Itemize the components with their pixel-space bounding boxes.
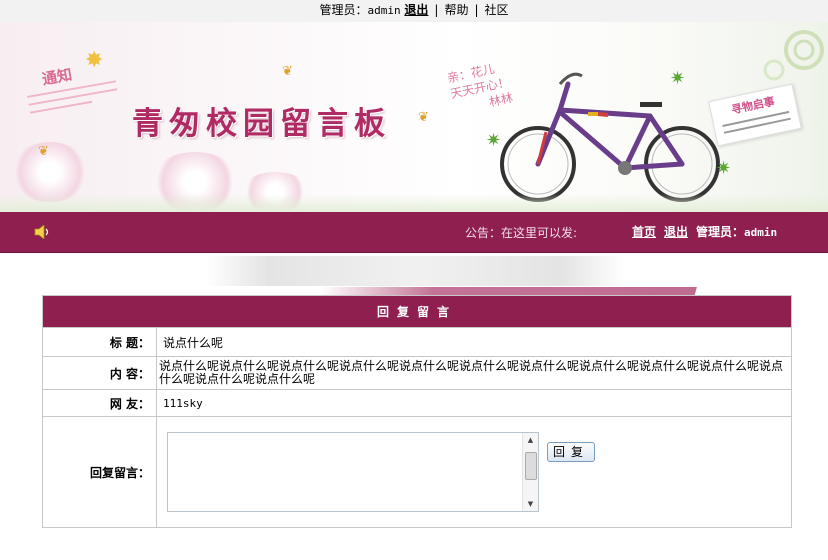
top-bar: 管理员：admin 退出 | 帮助 | 社区 <box>0 0 828 22</box>
admin-label: 管理员： <box>319 3 368 17</box>
scroll-up-arrow-icon[interactable]: ▲ <box>523 433 538 447</box>
star-icon: ✸ <box>85 48 104 73</box>
help-link[interactable]: 帮助 <box>444 3 468 17</box>
grass-decoration <box>0 194 828 212</box>
announcement-text: 公告：在这里可以发: <box>465 226 578 240</box>
butterfly-icon: ❦ <box>38 144 49 159</box>
nav-admin-name: admin <box>744 226 778 239</box>
admin-name: admin <box>367 4 401 17</box>
top-logout-link[interactable]: 退出 <box>404 3 428 17</box>
blurred-area <box>205 256 625 286</box>
home-link[interactable]: 首页 <box>632 225 656 239</box>
reply-label: 回复留言： <box>42 416 157 528</box>
nav-admin-label: 管理员： <box>696 225 745 239</box>
user-label: 网 友： <box>42 389 157 417</box>
title-label: 标 题： <box>42 327 157 357</box>
divider: | <box>474 3 479 17</box>
butterfly-icon: ❦ <box>282 64 293 79</box>
notice-scribble <box>26 74 120 119</box>
content-value: 说点什么呢说点什么呢说点什么呢说点什么呢说点什么呢说点什么呢说点什么呢说点什么呢… <box>156 356 792 390</box>
flower-decoration <box>10 142 90 202</box>
reply-submit-button[interactable]: 回复 <box>547 442 595 462</box>
reply-form-table: 回复留言 标 题： 说点什么呢 内 容： 说点什么呢说点什么呢说点什么呢说点什么… <box>42 295 792 528</box>
site-title: 青匆校园留言板 <box>132 106 391 142</box>
header-banner: 通知 ✸ ❦ ❦ ❦ 青匆校园留言板 亲：花儿 天天开心！ 林林 ✷ ✷ ✷ 寻… <box>0 22 828 212</box>
community-link[interactable]: 社区 <box>485 3 509 17</box>
nav-links: 首页 退出 管理员：admin <box>632 223 777 240</box>
textarea-scrollbar[interactable]: ▲ ▼ <box>522 433 538 511</box>
divider: | <box>434 3 439 17</box>
nav-bar: 公告：在这里可以发: 首页 退出 管理员：admin <box>0 212 828 253</box>
scroll-thumb[interactable] <box>525 452 537 480</box>
user-value: 111sky <box>156 389 792 417</box>
nav-logout-link[interactable]: 退出 <box>664 225 688 239</box>
maple-leaf-icon: ✷ <box>486 130 502 151</box>
butterfly-icon: ❦ <box>418 110 429 125</box>
reply-cell: ▲ ▼ 回复 <box>156 416 792 528</box>
title-value: 说点什么呢 <box>156 327 792 357</box>
maple-leaf-icon: ✷ <box>716 158 732 179</box>
content-label: 内 容： <box>42 356 157 390</box>
bicycle-icon <box>500 72 720 202</box>
scroll-down-arrow-icon[interactable]: ▼ <box>523 497 538 511</box>
maple-leaf-icon: ✷ <box>670 68 686 89</box>
circles-decoration <box>763 30 824 81</box>
reply-textarea[interactable]: ▲ ▼ <box>167 432 539 512</box>
speaker-icon[interactable] <box>34 225 52 239</box>
form-header: 回复留言 <box>42 295 792 328</box>
